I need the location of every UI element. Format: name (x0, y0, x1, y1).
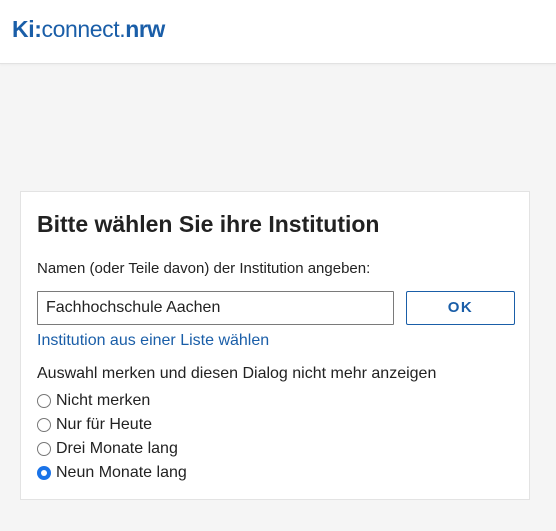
logo-connect: connect. (41, 16, 126, 42)
option-label: Nur für Heute (56, 416, 153, 433)
remember-option-nicht-merken[interactable]: Nicht merken (37, 391, 150, 411)
option-label: Neun Monate lang (56, 464, 187, 481)
radio-button[interactable] (37, 418, 51, 432)
remember-option-drei-monate[interactable]: Drei Monate lang (37, 439, 178, 459)
top-header: Ki:connect.nrw (0, 0, 556, 64)
institution-input-label: Namen (oder Teile davon) der Institution… (37, 260, 371, 277)
radio-button-selected[interactable] (37, 466, 51, 480)
radio-button[interactable] (37, 394, 51, 408)
option-label: Drei Monate lang (56, 440, 178, 457)
institution-dialog: Bitte wählen Sie ihre Institution Namen … (20, 191, 530, 500)
institution-input[interactable] (37, 291, 394, 325)
radio-button[interactable] (37, 442, 51, 456)
ok-button[interactable]: OK (406, 291, 515, 325)
kiconnect-logo[interactable]: Ki:connect.nrw (12, 14, 165, 44)
dialog-title: Bitte wählen Sie ihre Institution (37, 211, 380, 237)
option-label: Nicht merken (56, 392, 151, 409)
remember-choice-label: Auswahl merken und diesen Dialog nicht m… (37, 365, 437, 382)
remember-option-nur-fuer-heute[interactable]: Nur für Heute (37, 415, 152, 435)
logo-nrw: nrw (125, 16, 165, 42)
remember-option-neun-monate[interactable]: Neun Monate lang (37, 463, 187, 483)
logo-ki: Ki (12, 16, 35, 42)
choose-from-list-link[interactable]: Institution aus einer Liste wählen (37, 332, 269, 350)
